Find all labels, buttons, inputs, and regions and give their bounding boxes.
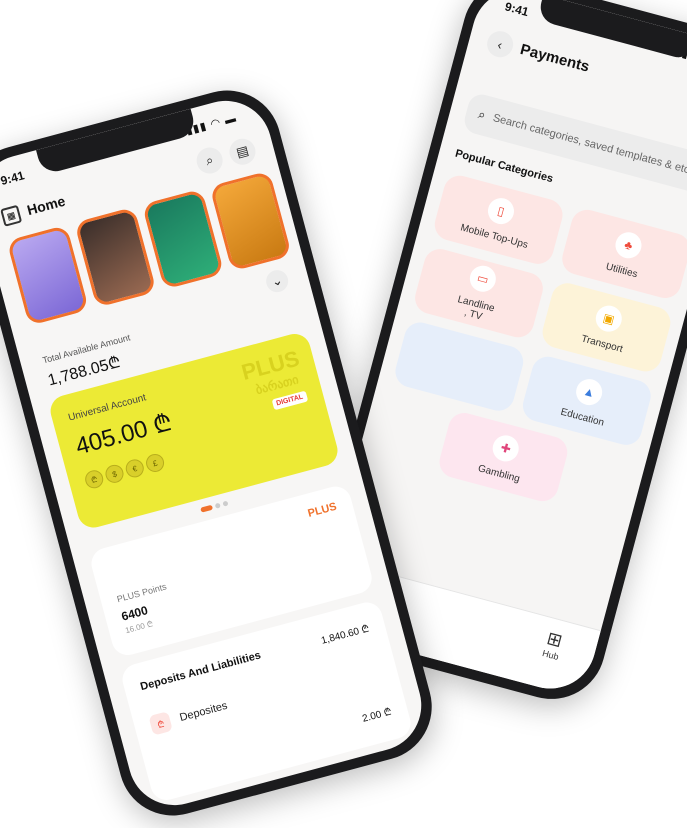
- deposits-total: 1,840.60 ₾: [320, 623, 371, 647]
- category-label: Utilities: [604, 260, 639, 280]
- currency-eur: €: [123, 457, 146, 480]
- back-button[interactable]: ‹: [484, 28, 517, 61]
- story-3[interactable]: [141, 188, 225, 290]
- carousel-dots: [200, 500, 229, 513]
- currency-gel: ₾: [83, 468, 106, 491]
- status-time: 9:41: [0, 168, 26, 189]
- category-label: Education: [559, 406, 606, 429]
- tv-icon: ▭: [466, 262, 499, 295]
- story-2[interactable]: [74, 206, 157, 308]
- deposit-icon: ₾: [148, 711, 173, 736]
- gamepad-icon: ✚: [489, 432, 522, 464]
- page-title: Home: [25, 192, 67, 219]
- category-label: Transport: [580, 332, 624, 355]
- dot: [214, 502, 221, 509]
- digital-badge: DIGITAL: [271, 390, 309, 411]
- category-label: Mobile Top-Ups: [459, 221, 530, 251]
- search-icon: ⌕: [204, 151, 215, 169]
- status-time: 9:41: [503, 0, 531, 20]
- qr-icon[interactable]: ▦: [0, 204, 23, 227]
- points-label: PLUS Points: [115, 581, 168, 605]
- utilities-icon: ♣: [612, 228, 645, 261]
- expand-button[interactable]: ⌄: [263, 267, 291, 295]
- phone-icon: ▯: [485, 194, 518, 227]
- deposit-item-label: Deposites: [178, 699, 229, 725]
- message-icon: ▤: [234, 142, 251, 161]
- search-icon: ⌕: [476, 106, 488, 123]
- deposit-item-value: 2.00 ₾: [361, 706, 393, 725]
- category-label: Landline , TV: [456, 294, 496, 323]
- currency-usd: $: [103, 462, 126, 485]
- category-label: Gambling: [476, 462, 522, 485]
- bus-icon: ▣: [593, 302, 625, 335]
- graduation-icon: ▲: [573, 375, 606, 408]
- chevron-down-icon: ⌄: [269, 272, 285, 290]
- deposits-title: Deposits And Liabilities: [139, 649, 263, 694]
- messages-button[interactable]: ▤: [226, 135, 259, 168]
- currency-gbp: £: [144, 451, 167, 474]
- dot: [222, 500, 229, 507]
- dot-active: [200, 504, 214, 513]
- plus-brand: PLUS: [306, 500, 339, 520]
- search-button[interactable]: ⌕: [193, 144, 226, 177]
- page-title: Payments: [518, 40, 592, 76]
- story-1[interactable]: [6, 224, 90, 326]
- nav-hub[interactable]: ⊞ Hub: [541, 628, 565, 662]
- chevron-left-icon: ‹: [496, 36, 505, 52]
- story-4[interactable]: [209, 170, 293, 272]
- phone-notch: [36, 108, 198, 176]
- search-bar[interactable]: ⌕ Search categories, saved templates & e…: [461, 91, 687, 195]
